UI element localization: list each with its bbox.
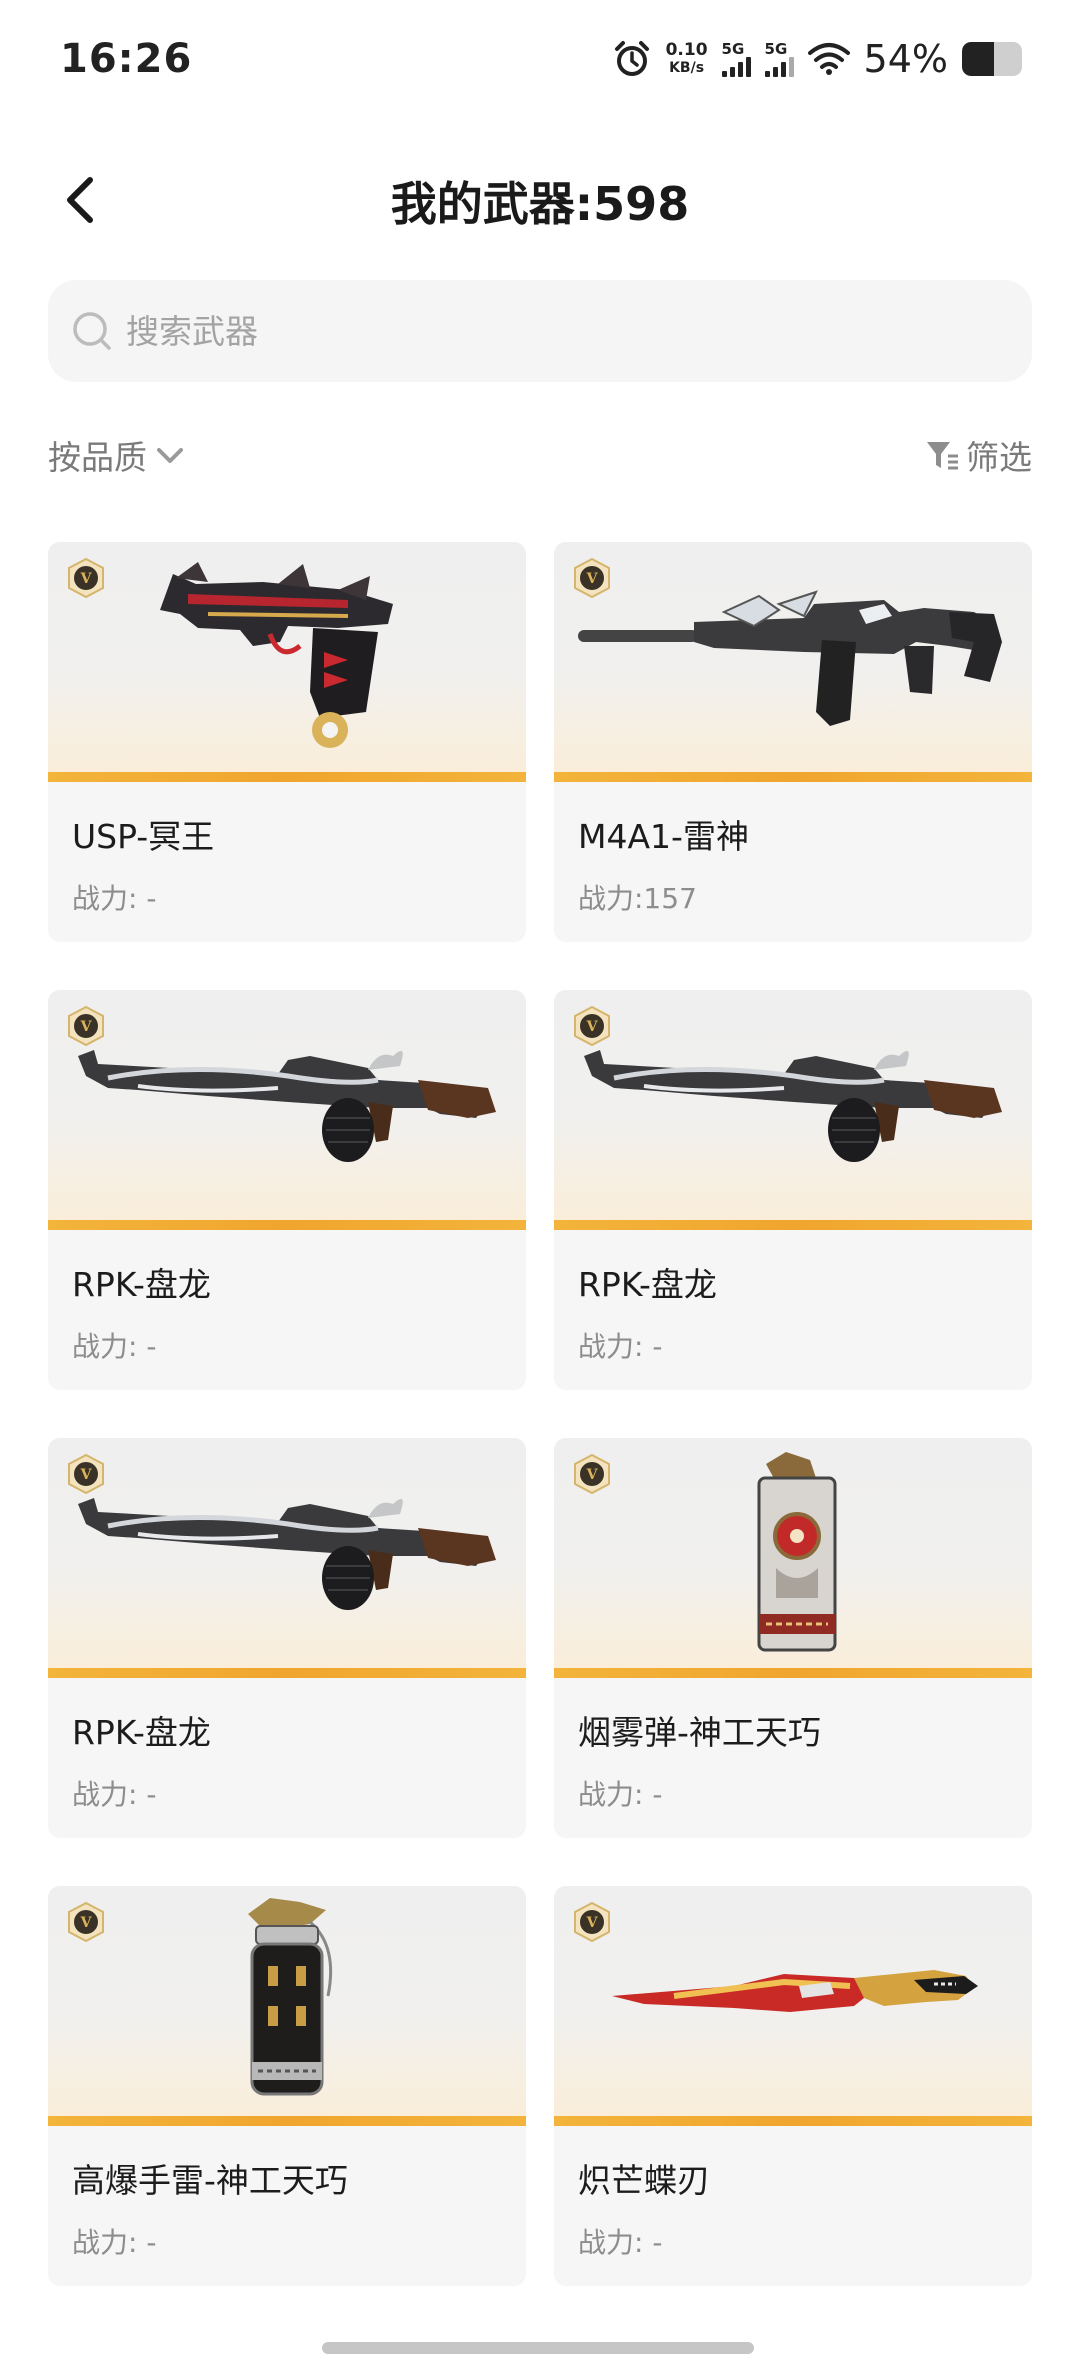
weapon-power: 战力: - [578, 1330, 663, 1363]
svg-text:V: V [80, 571, 93, 587]
vip-badge-icon: V [574, 558, 610, 598]
weapon-card[interactable]: V 高爆手雷-神工天巧 战力: - [48, 1886, 526, 2286]
status-bar: 16:26 0.10 KB/s 5G 5G 54% [0, 0, 1080, 118]
signal-sim2: 5G [764, 39, 794, 77]
filter-icon [927, 442, 958, 470]
header: 我的武器:598 [0, 150, 1080, 250]
signal-bars-icon [764, 56, 794, 77]
vip-badge-icon: V [68, 1902, 104, 1942]
weapon-card[interactable]: V RPK-盘龙 战力: - [48, 990, 526, 1390]
weapon-name: M4A1-雷神 [578, 817, 749, 856]
rpk-image [584, 1050, 1002, 1162]
weapon-image-area: V [48, 1886, 526, 2126]
weapon-card[interactable]: V 烟雾弹-神工天巧 战力: - [554, 1438, 1032, 1838]
weapon-image-area: V [48, 1438, 526, 1678]
signal-sim1: 5G [721, 39, 751, 77]
vip-badge-icon: V [68, 1006, 104, 1046]
wifi-icon [807, 43, 850, 75]
rifle-image [578, 590, 1002, 726]
weapon-card[interactable]: V M4A1-雷神 战力:157 [554, 542, 1032, 942]
weapon-power: 战力: - [72, 882, 157, 915]
vip-badge-icon: V [574, 1006, 610, 1046]
pistol-image [160, 562, 393, 748]
weapon-power: 战力:157 [578, 882, 697, 915]
svg-text:V: V [80, 1467, 93, 1483]
svg-text:V: V [586, 1467, 599, 1483]
quality-stripe [554, 1668, 1032, 1678]
home-indicator[interactable] [322, 2342, 754, 2354]
filter-button[interactable]: 筛选 [924, 431, 1032, 479]
weapon-card[interactable]: V RPK-盘龙 战力: - [554, 990, 1032, 1390]
sort-by-quality-button[interactable]: 按品质 [48, 431, 187, 479]
sim1-label: 5G [721, 39, 745, 58]
svg-text:V: V [586, 1019, 599, 1035]
battery-level [962, 42, 995, 76]
rpk-image [78, 1498, 496, 1610]
sort-label: 按品质 [48, 438, 147, 477]
weapon-card[interactable]: V RPK-盘龙 战力: - [48, 1438, 526, 1838]
quality-stripe [48, 772, 526, 782]
sim2-label: 5G [764, 39, 788, 58]
sort-filter-row: 按品质 筛选 [48, 425, 1032, 485]
vip-badge-icon: V [574, 1454, 610, 1494]
battery-percent: 54% [863, 37, 948, 81]
quality-stripe [48, 2116, 526, 2126]
weapon-image-area: V [554, 542, 1032, 782]
weapon-power: 战力: - [72, 2226, 157, 2259]
weapon-name: 烟雾弹-神工天巧 [578, 1713, 821, 1752]
filter-label: 筛选 [966, 438, 1032, 477]
quality-stripe [554, 1220, 1032, 1230]
weapons-page: 16:26 0.10 KB/s 5G 5G 54% 我的武器:598 搜索武器 … [0, 0, 1080, 2376]
weapon-image-area: V [554, 990, 1032, 1230]
weapon-name: 高爆手雷-神工天巧 [72, 2161, 348, 2200]
alarm-icon [614, 41, 649, 76]
status-icons: 0.10 KB/s 5G 5G 54% [612, 37, 1022, 81]
weapon-name: USP-冥王 [72, 817, 215, 856]
rpk-image [78, 1050, 496, 1162]
search-bar[interactable] [48, 280, 1032, 382]
battery-icon [962, 42, 1022, 76]
svg-text:V: V [80, 1019, 93, 1035]
quality-stripe [48, 1220, 526, 1230]
weapon-card[interactable]: V 炽芒蝶刃 战力: - [554, 1886, 1032, 2286]
smoke-grenade-image [757, 1452, 837, 1652]
signal-bars-icon [721, 56, 751, 77]
network-speed-value: 0.10 [665, 40, 708, 60]
weapon-power: 战力: - [72, 1778, 157, 1811]
network-speed: 0.10 KB/s [666, 41, 708, 77]
vip-badge-icon: V [68, 1454, 104, 1494]
weapon-power: 战力: - [72, 1330, 157, 1363]
knife-image [612, 1970, 978, 2012]
vip-badge-icon: V [68, 558, 104, 598]
quality-stripe [48, 1668, 526, 1678]
weapon-card[interactable]: V USP-冥王 战力: - [48, 542, 526, 942]
quality-stripe [554, 772, 1032, 782]
weapon-name: RPK-盘龙 [72, 1713, 211, 1752]
search-input[interactable] [126, 311, 926, 351]
weapon-name: RPK-盘龙 [72, 1265, 211, 1304]
weapon-power: 战力: - [578, 1778, 663, 1811]
weapon-name: 炽芒蝶刃 [578, 2161, 710, 2200]
weapon-power: 战力: - [578, 2226, 663, 2259]
weapon-image-area: V [48, 542, 526, 782]
page-title: 我的武器:598 [390, 177, 690, 231]
quality-stripe [554, 2116, 1032, 2126]
svg-text:V: V [586, 571, 599, 587]
weapon-image-area: V [554, 1886, 1032, 2126]
vip-badge-icon: V [574, 1902, 610, 1942]
weapon-grid: V USP-冥王 战力: - V M4A1-雷神 战力:157 V RPK-盘龙… [48, 542, 1032, 2286]
search-icon [73, 312, 111, 350]
weapon-image-area: V [554, 1438, 1032, 1678]
weapon-name: RPK-盘龙 [578, 1265, 717, 1304]
svg-text:V: V [80, 1915, 93, 1931]
network-speed-unit: KB/s [669, 60, 705, 76]
status-time: 16:26 [60, 36, 193, 82]
chevron-down-icon [157, 448, 183, 463]
svg-text:V: V [586, 1915, 599, 1931]
grenade-image [248, 1898, 333, 2096]
weapon-image-area: V [48, 990, 526, 1230]
